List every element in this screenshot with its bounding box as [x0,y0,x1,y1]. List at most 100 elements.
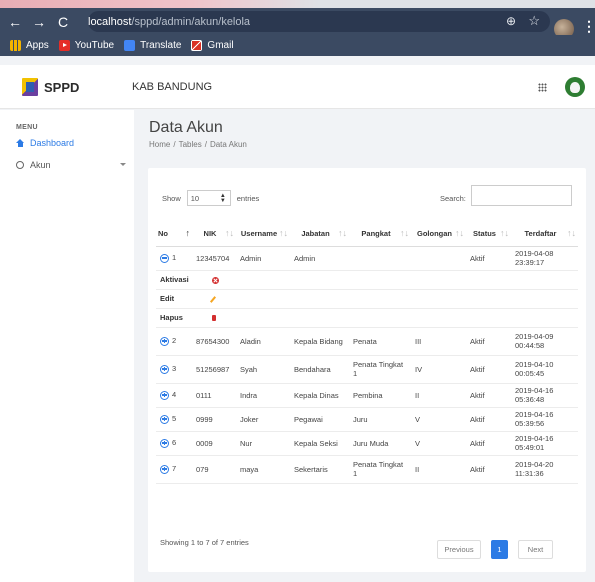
browser-menu-icon[interactable]: ⋮ [582,18,595,35]
entries-select[interactable]: 10 ▲ ▼ [186,190,231,206]
expand-row-icon[interactable] [160,464,169,474]
select-arrows-icon: ▲ ▼ [219,193,226,204]
tab-strip [0,0,320,8]
cell-pangkat: Penata Tingkat 1 [349,455,411,484]
cell-golongan: III [411,327,466,356]
cell-no: 3 [156,355,192,384]
column-header-pangkat[interactable]: Pangkat ↑↓ [349,222,411,247]
search-label: Search: [440,194,466,203]
chevron-down-icon [120,163,126,166]
breadcrumb-current: Data Akun [209,140,247,149]
cell-nik: 0009 [192,431,236,456]
brand-name: SPPD [44,79,80,95]
child-action-cell: Aktivasi [156,270,578,290]
column-header-terdaftar[interactable]: Terdaftar ↑↓ [511,222,578,247]
cell-no: 1 [156,246,192,271]
apps-grid-icon[interactable] [538,83,547,92]
cell-username: Syah [236,355,290,384]
previous-button[interactable]: Previous [437,540,481,559]
forward-icon[interactable]: → [30,14,48,30]
entries-control: Show 10 ▲ ▼ entries [162,190,259,206]
collapse-row-icon[interactable] [160,253,169,263]
column-header-jabatan[interactable]: Jabatan ↑↓ [290,222,349,247]
sidebar-item-akun[interactable]: Akun [16,160,126,170]
column-header-nik[interactable]: NIK ↑↓ [192,222,236,247]
home-icon [16,139,24,147]
cell-nik: 079 [192,455,236,484]
expand-row-icon[interactable] [160,336,169,346]
cell-golongan: V [411,431,466,456]
next-button[interactable]: Next [518,540,553,559]
youtube-icon [58,40,70,51]
column-header-golongan[interactable]: Golongan ↑↓ [411,222,466,247]
user-avatar[interactable] [565,77,585,97]
bookmark-translate[interactable]: Translate [124,40,181,51]
expand-row-icon[interactable] [160,390,169,400]
column-header-username[interactable]: Username ↑↓ [236,222,290,247]
url-path: /sppd/admin/akun/kelola [131,15,251,28]
expand-row-icon[interactable] [160,414,169,424]
table-row: 4 0111 Indra Kepala Dinas Pembina II Aktif 2019… [156,383,578,408]
zoom-icon[interactable]: ⊕ [506,14,516,28]
sidebar: MENU Dashboard Akun [0,110,134,582]
bookmark-star-icon[interactable]: ☆ [528,13,540,29]
cell-terdaftar: 2019-04-16 05:49:01 [511,431,578,456]
pagination: Previous 1 Next [437,540,553,559]
trash-icon[interactable] [212,315,216,322]
cell-username: Aladin [236,327,290,356]
sort-icon: ↑↓ [500,228,509,238]
bookmark-apps[interactable]: Apps [10,40,49,51]
expand-row-icon[interactable] [160,438,169,448]
sort-icon: ↑↓ [225,228,234,238]
bookmark-gmail[interactable]: Gmail [191,40,234,51]
cell-username: Nur [236,431,290,456]
cell-terdaftar: 2019-04-16 05:39:56 [511,407,578,432]
page-1-button[interactable]: 1 [491,540,508,559]
table-row: 6 0009 Nur Kepala Seksi Juru Muda V Aktif 2019-… [156,431,578,456]
cell-no: 2 [156,327,192,356]
cell-jabatan: Admin [290,246,349,271]
column-header-no[interactable]: No ↑ [156,222,192,247]
cell-username: Indra [236,383,290,408]
action-label: Aktivasi [160,275,189,284]
url-host: localhost [88,15,132,28]
child-action-cell: Hapus [156,308,578,328]
page-title: Data Akun [149,119,223,136]
cell-terdaftar: 2019-04-16 05:36:48 [511,383,578,408]
action-label: Edit [160,294,175,303]
breadcrumb-home[interactable]: Home [149,140,170,149]
sort-icon: ↑↓ [567,228,576,238]
deactivate-icon[interactable] [212,276,219,284]
reload-icon[interactable]: C [54,14,72,30]
back-icon[interactable]: ← [6,14,24,30]
bookmark-youtube[interactable]: YouTube [58,40,114,51]
expand-row-icon[interactable] [160,364,169,374]
cell-status: Aktif [466,327,511,356]
pencil-icon[interactable] [209,295,217,303]
cell-jabatan: Pegawai [290,407,349,432]
cell-golongan: V [411,407,466,432]
cell-nik: 87654300 [192,327,236,356]
table-header-row: No ↑ NIK ↑↓ Username ↑↓ Jabatan ↑↓ Pangkat ↑↓… [156,222,578,247]
address-bar[interactable]: i localhost/sppd/admin/akun/kelola ⊕ ☆ [88,11,550,395]
sort-icon: ↑↓ [400,228,409,238]
brand[interactable]: SPPD [22,78,79,96]
cell-status: Aktif [466,407,511,432]
cell-terdaftar: 2019-04-10 00:05:45 [511,355,578,384]
cell-no: 6 [156,431,192,456]
cell-terdaftar: 2019-04-20 11:31:36 [511,455,578,484]
sort-icon: ↑↓ [338,228,347,238]
action-label: Hapus [160,313,183,322]
cell-golongan [411,246,466,271]
table-row: 3 51256987 Syah Bendahara Penata Tingkat 1 IV… [156,355,578,384]
column-header-status[interactable]: Status ↑↓ [466,222,511,247]
app-header: SPPD KAB BANDUNG [0,65,595,109]
cell-jabatan: Kepala Seksi [290,431,349,456]
sidebar-item-dashboard[interactable]: Dashboard [16,138,74,148]
cell-pangkat: Juru [349,407,411,432]
breadcrumb-tables[interactable]: Tables [179,140,202,149]
table-row: 7 079 maya Sekertaris Penata Tingkat 1 II Akti… [156,455,578,484]
search-input[interactable] [471,185,572,206]
cell-username: maya [236,455,290,484]
cell-terdaftar: 2019-04-09 00:44:58 [511,327,578,356]
